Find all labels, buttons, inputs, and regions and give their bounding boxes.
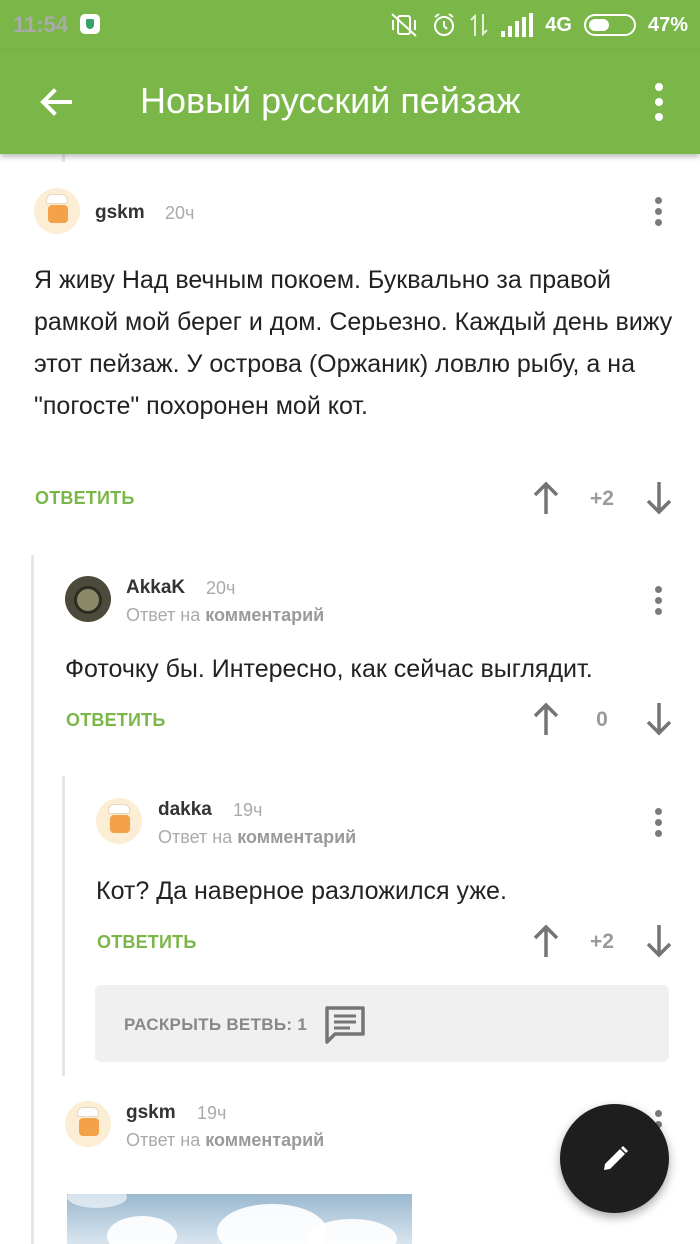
avatar-face — [79, 1118, 99, 1136]
comment-time: 19ч — [233, 800, 263, 820]
avatar[interactable] — [65, 1101, 111, 1147]
reply-to-link[interactable]: комментарий — [205, 605, 324, 625]
signal-icon — [501, 13, 534, 37]
network-type: 4G — [545, 13, 572, 36]
vote-up-icon[interactable] — [531, 923, 561, 959]
chef-hat-icon — [108, 804, 130, 814]
comment-author[interactable]: gskm — [126, 1102, 176, 1124]
comment-score: 0 — [596, 708, 608, 731]
reply-to-link[interactable]: комментарий — [205, 1130, 324, 1150]
comment-menu-icon[interactable] — [654, 808, 664, 838]
reply-to-prefix: Ответ на — [158, 827, 233, 847]
reply-button[interactable]: ОТВЕТИТЬ — [35, 488, 134, 509]
comment-icon — [325, 1006, 365, 1044]
comment-score: +2 — [590, 930, 614, 953]
avatar-face — [110, 815, 130, 833]
reply-to-line: Ответ на комментарий — [126, 1130, 324, 1151]
chef-hat-icon — [77, 1107, 99, 1117]
reply-to-link[interactable]: комментарий — [237, 827, 356, 847]
comment-author[interactable]: gskm — [95, 202, 145, 224]
comment-menu-icon[interactable] — [654, 586, 664, 616]
reply-to-prefix: Ответ на — [126, 605, 201, 625]
back-arrow-icon[interactable] — [34, 80, 78, 124]
battery-fill — [588, 19, 609, 31]
battery-percent: 47% — [647, 13, 688, 36]
write-comment-button[interactable] — [560, 1104, 669, 1213]
reply-to-line: Ответ на комментарий — [158, 827, 356, 848]
reply-to-line: Ответ на комментарий — [126, 605, 324, 626]
comment-menu-icon[interactable] — [654, 197, 664, 227]
comment-time: 20ч — [165, 203, 195, 223]
avatar[interactable] — [34, 188, 80, 234]
thread-line — [62, 154, 65, 162]
thread-line — [31, 555, 34, 1244]
reply-to-prefix: Ответ на — [126, 1130, 201, 1150]
comment-time: 19ч — [197, 1103, 227, 1123]
data-transfer-icon — [470, 13, 488, 37]
comment-image[interactable] — [67, 1194, 412, 1244]
status-time: 11:54 — [13, 12, 69, 37]
comment-text: Фоточку бы. Интересно, как сейчас выгляд… — [65, 655, 593, 683]
page-title: Новый русский пейзаж — [140, 80, 521, 121]
pencil-icon — [604, 1146, 628, 1170]
avatar-face — [48, 205, 68, 223]
vote-down-icon[interactable] — [644, 480, 674, 516]
reply-button[interactable]: ОТВЕТИТЬ — [66, 710, 165, 731]
comment-text: Я живу Над вечным покоем. Буквально за п… — [34, 266, 673, 420]
vote-up-icon[interactable] — [531, 480, 561, 516]
avatar-face — [74, 586, 102, 614]
avatar[interactable] — [65, 576, 111, 622]
comment-time: 20ч — [206, 578, 236, 598]
avatar[interactable] — [96, 798, 142, 844]
alarm-icon — [434, 13, 455, 36]
battery-icon — [583, 14, 636, 36]
chef-hat-icon — [46, 194, 68, 204]
comment-author[interactable]: dakka — [158, 799, 212, 821]
status-icons: 4G 47% — [389, 10, 688, 40]
expand-branch-label: РАСКРЫТЬ ВЕТВЬ: 1 — [124, 1015, 308, 1034]
comment-author[interactable]: AkkaK — [126, 577, 185, 599]
thread-line — [62, 776, 65, 1076]
more-vert-icon[interactable] — [644, 80, 674, 124]
vibrate-off-icon — [391, 13, 417, 37]
comment-score: +2 — [590, 487, 614, 510]
comment-text: Кот? Да наверное разложился уже. — [96, 877, 507, 905]
vote-down-icon[interactable] — [644, 923, 674, 959]
vote-up-icon[interactable] — [531, 701, 561, 737]
reply-button[interactable]: ОТВЕТИТЬ — [97, 932, 196, 953]
expand-branch-button[interactable]: РАСКРЫТЬ ВЕТВЬ: 1 — [95, 985, 669, 1062]
vote-down-icon[interactable] — [644, 701, 674, 737]
shield-icon — [80, 14, 100, 34]
app-bar: Новый русский пейзаж — [0, 50, 700, 154]
status-bar: 11:54 4G 47% — [0, 0, 700, 50]
